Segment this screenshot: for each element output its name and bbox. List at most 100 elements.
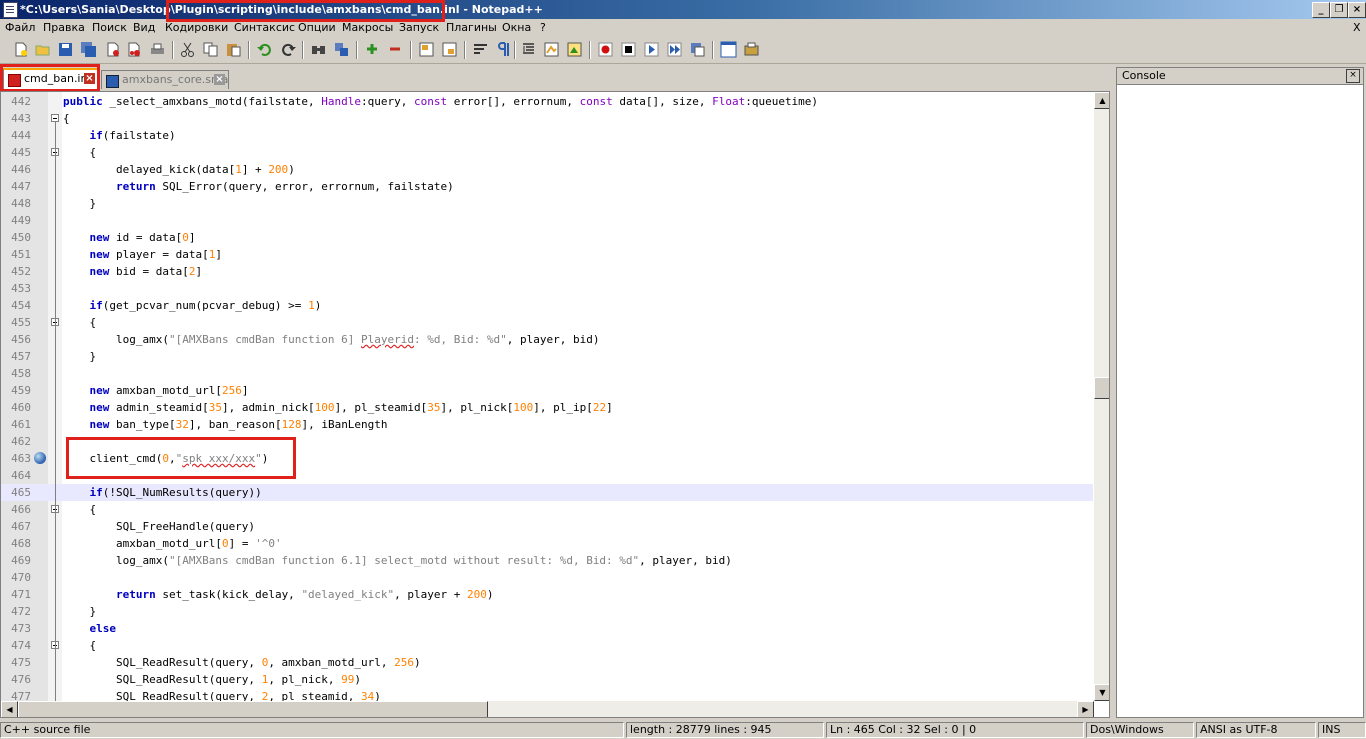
sync-horizontal-icon[interactable] bbox=[441, 41, 458, 58]
code-line[interactable]: 470 bbox=[1, 569, 1093, 586]
code-line[interactable]: 451 new player = data[1] bbox=[1, 246, 1093, 263]
code-line[interactable]: 467 SQL_FreeHandle(query) bbox=[1, 518, 1093, 535]
menu-options[interactable]: Опции bbox=[298, 21, 336, 35]
code-line[interactable]: 445 { bbox=[1, 144, 1093, 161]
record-macro-icon[interactable] bbox=[597, 41, 614, 58]
tab-bar: cmd_ban.inl × amxbans_core.sma × bbox=[0, 66, 1114, 91]
scroll-up-button[interactable]: ▲ bbox=[1094, 92, 1109, 109]
scroll-down-button[interactable]: ▼ bbox=[1094, 684, 1109, 701]
menu-search[interactable]: Поиск bbox=[92, 21, 127, 35]
code-line[interactable]: 442 public _select_amxbans_motd(failstate… bbox=[1, 93, 1093, 110]
code-line[interactable]: 447 return SQL_Error(query, error, error… bbox=[1, 178, 1093, 195]
play-macro-icon[interactable] bbox=[643, 41, 660, 58]
line-number: 445 bbox=[11, 146, 31, 159]
undo-icon[interactable] bbox=[256, 41, 273, 58]
code-line[interactable]: 468 amxban_motd_url[0] = '^0' bbox=[1, 535, 1093, 552]
cut-icon[interactable] bbox=[179, 41, 196, 58]
code-line[interactable]: 471 return set_task(kick_delay, "delayed… bbox=[1, 586, 1093, 603]
sync-vertical-icon[interactable] bbox=[418, 41, 435, 58]
menu-syntax[interactable]: Синтаксис bbox=[234, 21, 295, 35]
code-line[interactable]: 444 if(failstate) bbox=[1, 127, 1093, 144]
plugin-tool-icon[interactable] bbox=[743, 41, 760, 58]
menu-run[interactable]: Запуск bbox=[399, 21, 439, 35]
code-line[interactable]: 449 bbox=[1, 212, 1093, 229]
bookmark-icon[interactable] bbox=[34, 452, 46, 464]
code-line[interactable]: 455 { bbox=[1, 314, 1093, 331]
print-icon[interactable] bbox=[149, 41, 166, 58]
console-toggle-icon[interactable] bbox=[720, 41, 737, 58]
minimize-button[interactable]: _ bbox=[1312, 2, 1330, 18]
close-file-icon[interactable] bbox=[104, 41, 121, 58]
close-tab-icon[interactable]: × bbox=[214, 74, 225, 85]
menu-windows[interactable]: Окна bbox=[502, 21, 531, 35]
vertical-scrollbar[interactable]: ▲ ▼ bbox=[1094, 92, 1109, 701]
code-text: SQL_ReadResult(query, 0, amxban_motd_url… bbox=[63, 656, 421, 669]
code-line[interactable]: 457 } bbox=[1, 348, 1093, 365]
code-line[interactable]: 460 new admin_steamid[35], admin_nick[10… bbox=[1, 399, 1093, 416]
code-line[interactable]: 448 } bbox=[1, 195, 1093, 212]
replace-icon[interactable] bbox=[333, 41, 350, 58]
code-text: if(failstate) bbox=[89, 129, 176, 142]
find-icon[interactable] bbox=[310, 41, 327, 58]
code-text: { bbox=[63, 112, 70, 125]
code-line[interactable]: 458 bbox=[1, 365, 1093, 382]
open-file-icon[interactable] bbox=[34, 41, 51, 58]
code-line[interactable]: 453 bbox=[1, 280, 1093, 297]
code-line[interactable]: 472 } bbox=[1, 603, 1093, 620]
zoom-out-icon[interactable] bbox=[387, 41, 404, 58]
code-line[interactable]: 459 new amxban_motd_url[256] bbox=[1, 382, 1093, 399]
scroll-left-button[interactable]: ◀ bbox=[1, 701, 18, 717]
menu-macros[interactable]: Макросы bbox=[342, 21, 393, 35]
menu-encoding[interactable]: Кодировки bbox=[165, 21, 228, 35]
redo-icon[interactable] bbox=[280, 41, 297, 58]
save-macro-icon[interactable] bbox=[689, 41, 706, 58]
run-macro-multiple-icon[interactable] bbox=[666, 41, 683, 58]
menu-edit[interactable]: Правка bbox=[43, 21, 85, 35]
code-line[interactable]: 466 { bbox=[1, 501, 1093, 518]
maximize-button[interactable]: ❐ bbox=[1330, 2, 1348, 18]
save-icon[interactable] bbox=[57, 41, 74, 58]
code-line[interactable]: 443 { bbox=[1, 110, 1093, 127]
copy-icon[interactable] bbox=[202, 41, 219, 58]
doc-map-icon[interactable] bbox=[566, 41, 583, 58]
indent-guide-icon[interactable] bbox=[520, 41, 537, 58]
paste-icon[interactable] bbox=[225, 41, 242, 58]
code-line[interactable]: 456 log_amx("[AMXBans cmdBan function 6]… bbox=[1, 331, 1093, 348]
code-line[interactable]: 452 new bid = data[2] bbox=[1, 263, 1093, 280]
scroll-thumb[interactable] bbox=[1094, 377, 1109, 399]
code-line[interactable]: 476 SQL_ReadResult(query, 1, pl_nick, 99… bbox=[1, 671, 1093, 688]
zoom-in-icon[interactable] bbox=[364, 41, 381, 58]
horizontal-scrollbar[interactable]: ◀ ▶ bbox=[1, 701, 1094, 717]
scroll-right-button[interactable]: ▶ bbox=[1077, 701, 1094, 717]
code-line[interactable]: 473 else bbox=[1, 620, 1093, 637]
menu-plugins[interactable]: Плагины bbox=[446, 21, 497, 35]
menu-view[interactable]: Вид bbox=[133, 21, 155, 35]
console-panel[interactable]: Console × bbox=[1116, 67, 1364, 718]
code-line[interactable]: 446 delayed_kick(data[1] + 200) bbox=[1, 161, 1093, 178]
new-file-icon[interactable] bbox=[12, 41, 29, 58]
close-console-icon[interactable]: × bbox=[1346, 69, 1360, 83]
code-line[interactable]: 461 new ban_type[32], ban_reason[128], i… bbox=[1, 416, 1093, 433]
save-all-icon[interactable] bbox=[80, 41, 97, 58]
code-line[interactable]: 474 { bbox=[1, 637, 1093, 654]
code-line[interactable]: 450 new id = data[0] bbox=[1, 229, 1093, 246]
code-editor[interactable]: 442 public _select_amxbans_motd(failstate… bbox=[0, 91, 1110, 718]
close-document-icon[interactable]: X bbox=[1353, 21, 1361, 35]
fold-toggle-icon[interactable] bbox=[51, 114, 59, 122]
close-all-icon[interactable] bbox=[126, 41, 143, 58]
menu-help[interactable]: ? bbox=[540, 21, 546, 35]
tab-amxbans-core-sma[interactable]: amxbans_core.sma × bbox=[101, 70, 229, 89]
code-line[interactable]: 454 if(get_pcvar_num(pcvar_debug) >= 1) bbox=[1, 297, 1093, 314]
line-number: 451 bbox=[11, 248, 31, 261]
close-button[interactable]: × bbox=[1348, 2, 1366, 18]
code-line[interactable]: 465 if(!SQL_NumResults(query)) bbox=[1, 484, 1093, 501]
show-all-characters-icon[interactable] bbox=[495, 41, 512, 58]
word-wrap-icon[interactable] bbox=[472, 41, 489, 58]
stop-macro-icon[interactable] bbox=[620, 41, 637, 58]
user-defined-dialog-icon[interactable] bbox=[543, 41, 560, 58]
code-text: return set_task(kick_delay, "delayed_kic… bbox=[115, 588, 494, 601]
menu-file[interactable]: Файл bbox=[5, 21, 35, 35]
code-line[interactable]: 475 SQL_ReadResult(query, 0, amxban_motd… bbox=[1, 654, 1093, 671]
code-line[interactable]: 469 log_amx("[AMXBans cmdBan function 6.… bbox=[1, 552, 1093, 569]
horizontal-scroll-thumb[interactable] bbox=[18, 701, 488, 717]
